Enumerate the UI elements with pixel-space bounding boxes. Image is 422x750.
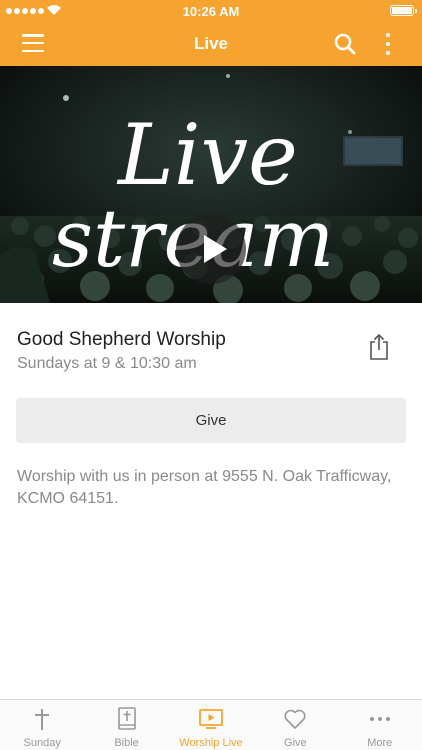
tab-sunday[interactable]: Sunday: [0, 700, 84, 750]
bible-icon: [117, 707, 136, 730]
cross-icon: [35, 709, 50, 730]
livestream-video-thumbnail[interactable]: Live stream: [0, 66, 422, 303]
more-options-icon[interactable]: [378, 31, 398, 57]
stream-title: Good Shepherd Worship: [17, 329, 226, 350]
status-bar: 10:26 AM: [0, 0, 422, 22]
heart-icon: [284, 709, 306, 729]
tab-bar: Sunday Bible Worship Live Give More: [0, 699, 422, 750]
hero-script-live: Live: [116, 106, 298, 204]
tab-give[interactable]: Give: [253, 700, 337, 750]
more-dots-icon: [369, 717, 390, 721]
stream-schedule: Sundays at 9 & 10:30 am: [17, 355, 197, 372]
share-icon[interactable]: [368, 333, 390, 361]
location-description: Worship with us in person at 9555 N. Oak…: [17, 468, 392, 507]
tab-label: Worship Live: [179, 737, 243, 749]
tab-label: Bible: [114, 737, 139, 749]
tab-bible[interactable]: Bible: [84, 700, 168, 750]
play-button[interactable]: [176, 214, 246, 284]
battery-icon: [390, 5, 417, 16]
navigation-bar: Live: [0, 22, 422, 66]
status-time: 10:26 AM: [182, 4, 240, 19]
tab-more[interactable]: More: [338, 700, 422, 750]
tab-label: Sunday: [23, 737, 61, 749]
tab-label: Give: [284, 737, 307, 749]
search-icon[interactable]: [333, 32, 357, 56]
top-bar: 10:26 AM Live: [0, 0, 422, 66]
tab-worship-live[interactable]: Worship Live: [169, 700, 253, 750]
give-button[interactable]: Give: [16, 398, 406, 443]
page-title: Live: [193, 34, 229, 53]
tab-label: More: [367, 737, 393, 749]
play-icon: [204, 235, 227, 263]
tv-play-icon: [199, 709, 223, 729]
